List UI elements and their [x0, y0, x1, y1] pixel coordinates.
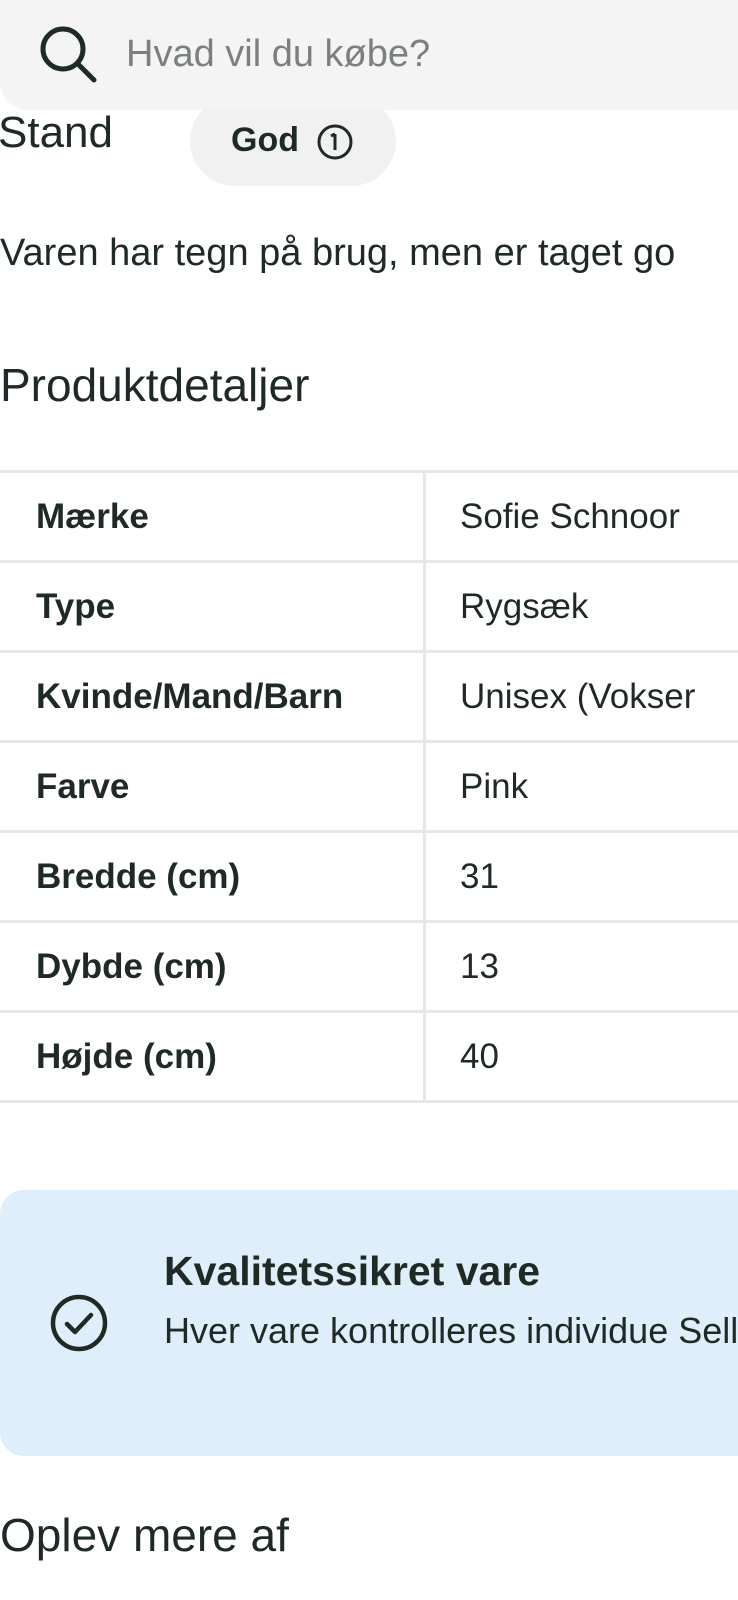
table-row: Farve Pink	[0, 743, 738, 833]
quality-assured-box: Kvalitetssikret vare Hver vare kontrolle…	[0, 1190, 738, 1456]
info-icon[interactable]	[315, 122, 355, 162]
detail-key: Mærke	[0, 473, 426, 560]
table-row: Mærke Sofie Schnoor	[0, 473, 738, 563]
condition-label: Stand	[0, 108, 113, 157]
table-row: Type Rygsæk	[0, 563, 738, 653]
detail-value: Rygsæk	[460, 586, 589, 626]
detail-key: Dybde (cm)	[0, 923, 426, 1010]
table-row: Højde (cm) 40	[0, 1013, 738, 1103]
detail-key: Kvinde/Mand/Barn	[0, 653, 426, 740]
detail-value: 40	[460, 1036, 499, 1076]
detail-value: Unisex (Vokser	[460, 676, 696, 716]
detail-value: 31	[460, 856, 499, 896]
search-icon[interactable]	[36, 22, 100, 86]
check-circle-icon	[50, 1294, 108, 1352]
detail-key: Type	[0, 563, 426, 650]
detail-value: Pink	[460, 766, 529, 806]
detail-value: Sofie Schnoor	[460, 496, 680, 536]
product-details-heading: Produktdetaljer	[0, 359, 310, 411]
product-page: Stand God Varen har tegn på brug, men er…	[0, 0, 738, 1600]
quality-title: Kvalitetssikret vare	[164, 1248, 541, 1294]
table-row: Bredde (cm) 31	[0, 833, 738, 923]
detail-key: Farve	[0, 743, 426, 830]
detail-key: Højde (cm)	[0, 1013, 426, 1100]
search-input[interactable]	[126, 26, 726, 82]
condition-value: God	[231, 121, 299, 159]
explore-more-heading: Oplev mere af	[0, 1509, 289, 1561]
product-details-table: Mærke Sofie Schnoor Type Rygsæk Kvinde/M…	[0, 470, 738, 1103]
detail-key: Bredde (cm)	[0, 833, 426, 920]
quality-text: Hver vare kontrolleres individue Sellpy	[164, 1310, 738, 1351]
table-row: Kvinde/Mand/Barn Unisex (Vokser	[0, 653, 738, 743]
detail-value: 13	[460, 946, 499, 986]
condition-description: Varen har tegn på brug, men er taget go	[0, 232, 676, 274]
table-row: Dybde (cm) 13	[0, 923, 738, 1013]
search-bar[interactable]	[0, 0, 738, 110]
